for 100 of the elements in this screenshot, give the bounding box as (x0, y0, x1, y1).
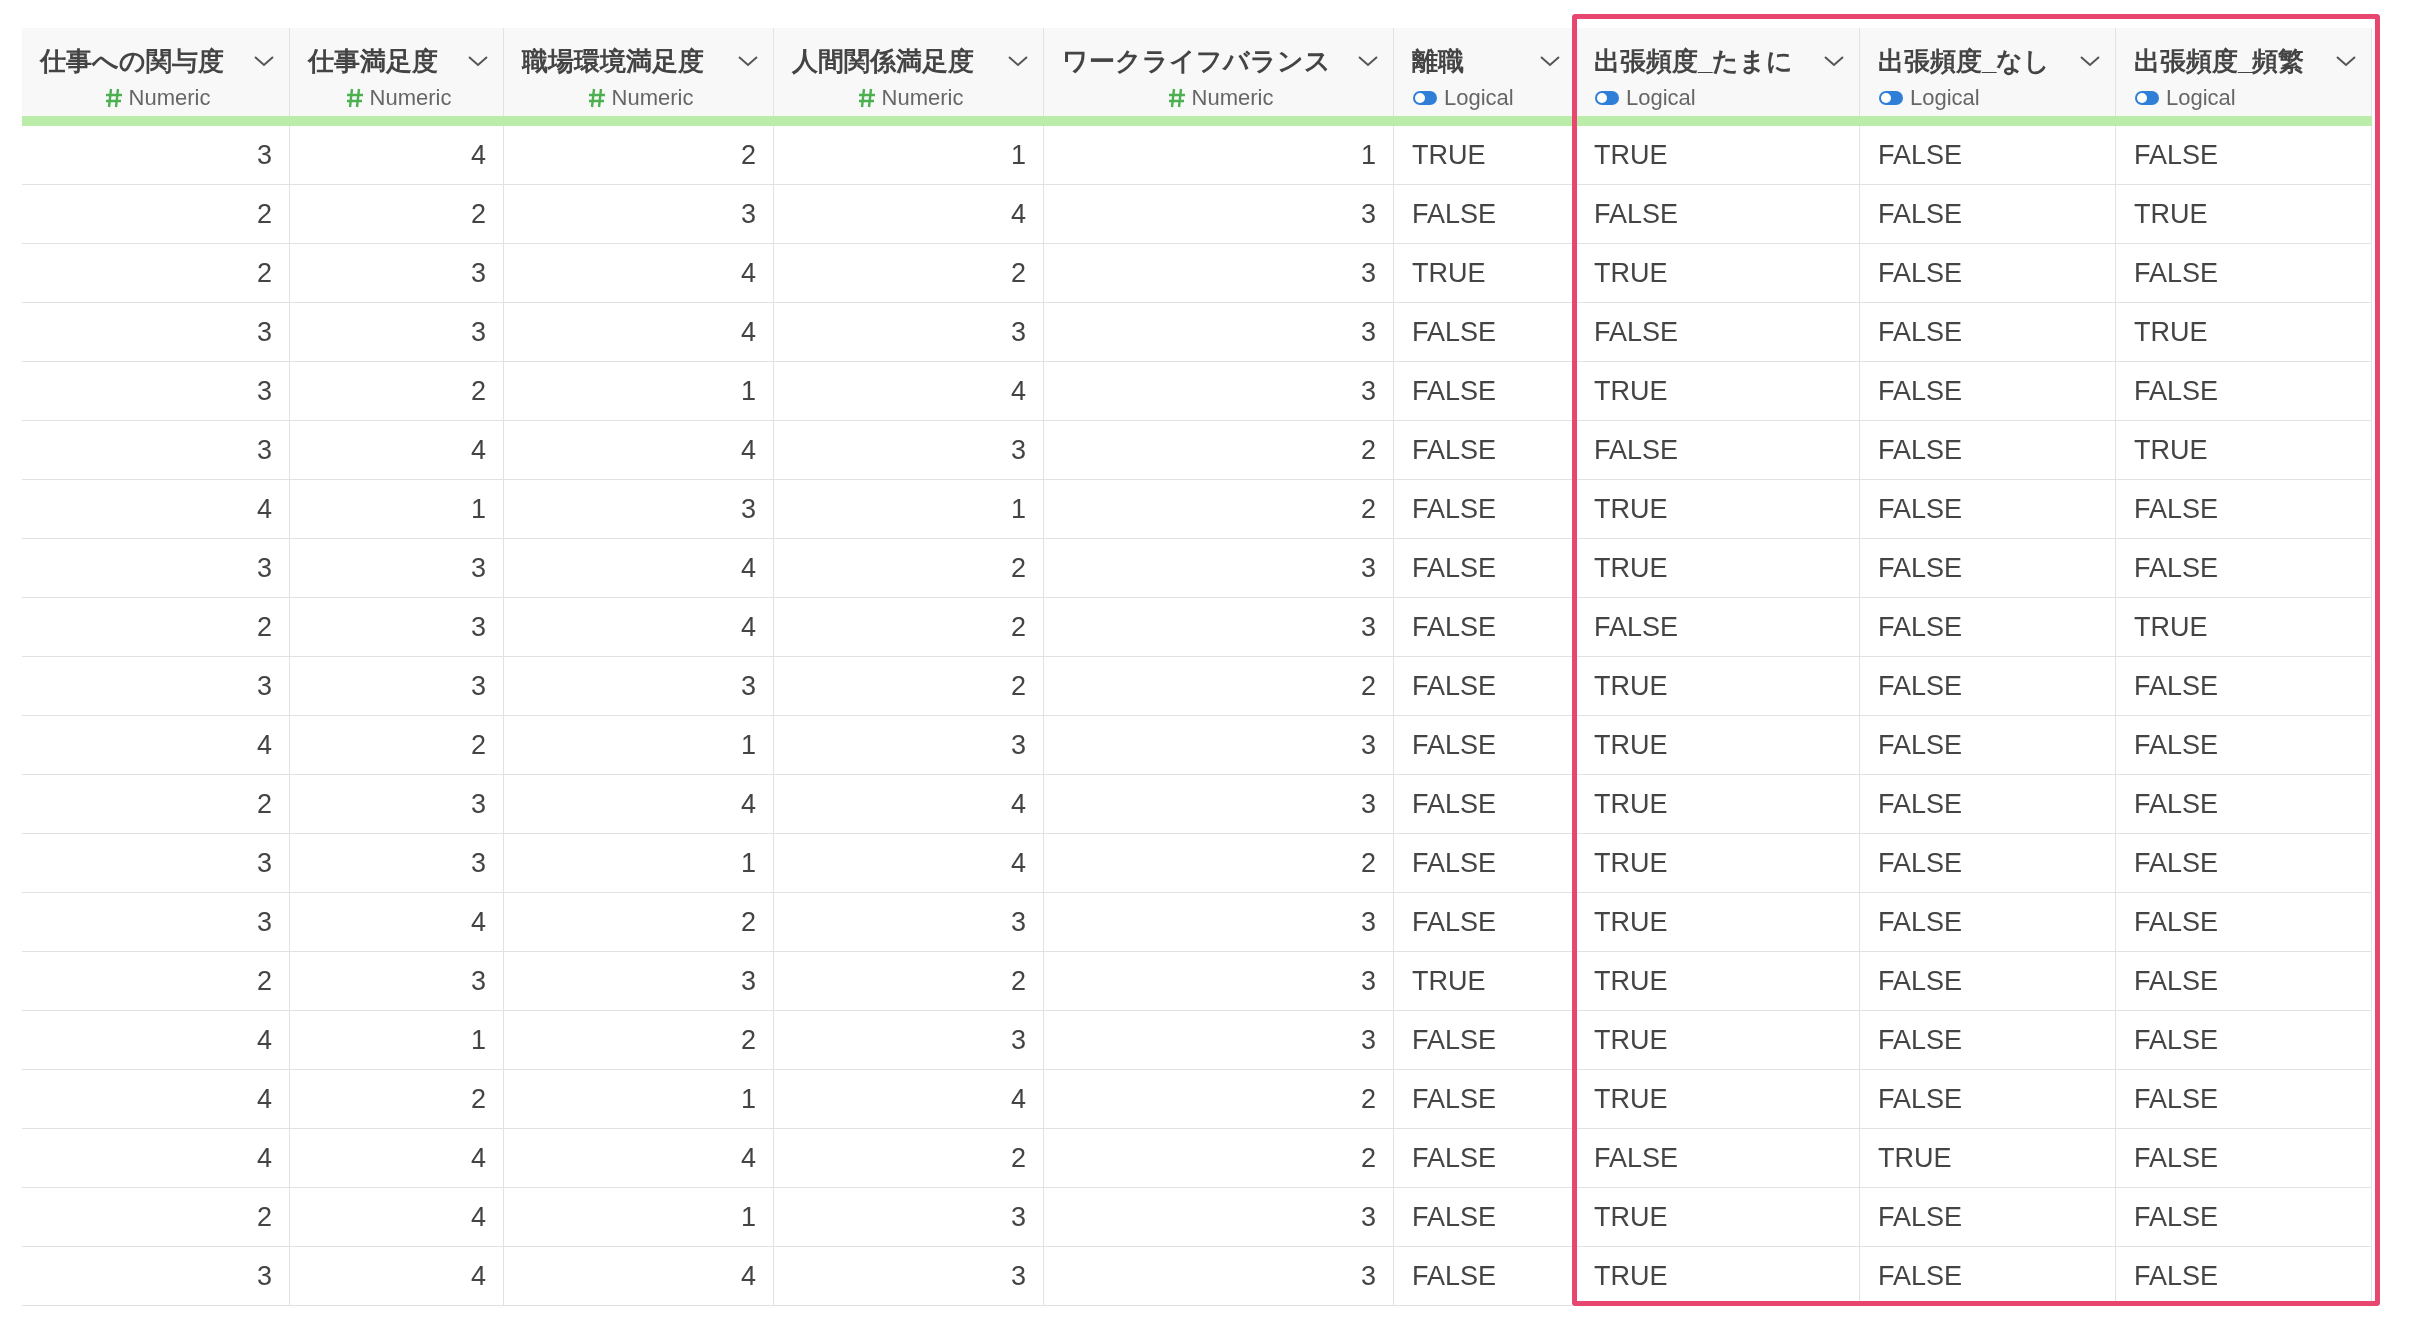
table-cell: FALSE (1394, 303, 1576, 362)
column-header[interactable]: 仕事満足度 Numeric (290, 28, 504, 116)
column-header[interactable]: 人間関係満足度 Numeric (774, 28, 1044, 116)
table-cell: 3 (1044, 1247, 1394, 1306)
table-cell: 3 (22, 1247, 290, 1306)
table-cell: TRUE (1576, 775, 1860, 834)
column-header[interactable]: ワークライフバランス Numeric (1044, 28, 1394, 116)
table-cell: TRUE (1576, 1188, 1860, 1247)
column-name: 出張頻度_頻繁 (2134, 44, 2305, 78)
chevron-down-icon[interactable] (2079, 54, 2101, 68)
table-cell: 4 (774, 775, 1044, 834)
table-cell: FALSE (2116, 775, 2372, 834)
table-cell: 2 (1044, 657, 1394, 716)
table-cell: 3 (1044, 775, 1394, 834)
table-cell: FALSE (1860, 716, 2116, 775)
table-cell: FALSE (2116, 1129, 2372, 1188)
column-header[interactable]: 出張頻度_たまに Logical (1576, 28, 1860, 116)
chevron-down-icon[interactable] (1357, 54, 1379, 68)
chevron-down-icon[interactable] (1007, 54, 1029, 68)
table-cell: FALSE (1860, 834, 2116, 893)
table-cell: 3 (290, 657, 504, 716)
table-cell: TRUE (1576, 539, 1860, 598)
table-cell: TRUE (2116, 421, 2372, 480)
hash-icon (345, 87, 364, 108)
column-name: 仕事満足度 (308, 44, 438, 78)
table-cell: 2 (774, 952, 1044, 1011)
column-name: 出張頻度_たまに (1594, 44, 1794, 78)
table-cell: 2 (774, 1129, 1044, 1188)
column-header[interactable]: 職場環境満足度 Numeric (504, 28, 774, 116)
table-cell: 3 (774, 1247, 1044, 1306)
table-cell: FALSE (1860, 1070, 2116, 1129)
table-cell: FALSE (1576, 1129, 1860, 1188)
table-cell: 3 (1044, 362, 1394, 421)
table-cell: TRUE (1576, 480, 1860, 539)
table-cell: TRUE (2116, 185, 2372, 244)
table-cell: TRUE (1576, 893, 1860, 952)
table-cell: FALSE (1394, 1247, 1576, 1306)
table-cell: 3 (22, 539, 290, 598)
table-cell: FALSE (2116, 1247, 2372, 1306)
table-cell: 3 (1044, 539, 1394, 598)
table-cell: 2 (774, 539, 1044, 598)
chevron-down-icon[interactable] (253, 54, 275, 68)
table-cell: TRUE (1576, 716, 1860, 775)
table-cell: 2 (1044, 834, 1394, 893)
table-cell: FALSE (1860, 657, 2116, 716)
table-cell: 1 (504, 1070, 774, 1129)
chevron-down-icon[interactable] (2335, 54, 2357, 68)
column-type: Logical (1444, 84, 1514, 111)
table-cell: 3 (504, 185, 774, 244)
table-cell: 3 (290, 834, 504, 893)
table-cell: FALSE (1860, 362, 2116, 421)
table-cell: TRUE (1576, 834, 1860, 893)
hash-icon (857, 87, 876, 108)
column-type: Numeric (369, 84, 452, 111)
table-cell: 2 (290, 716, 504, 775)
table-cell: 3 (22, 303, 290, 362)
table-cell: TRUE (1394, 952, 1576, 1011)
table-cell: TRUE (2116, 598, 2372, 657)
column-type: Numeric (1191, 84, 1274, 111)
table-cell: FALSE (1860, 775, 2116, 834)
table-cell: 2 (504, 893, 774, 952)
table-cell: FALSE (1394, 716, 1576, 775)
hash-icon (104, 87, 123, 108)
table-cell: TRUE (1576, 362, 1860, 421)
table-cell: 1 (1044, 126, 1394, 185)
table-cell: FALSE (1860, 303, 2116, 362)
table-cell: TRUE (1394, 244, 1576, 303)
table-cell: TRUE (1576, 126, 1860, 185)
table-cell: FALSE (1860, 480, 2116, 539)
table-cell: 3 (22, 834, 290, 893)
table-cell: 1 (504, 716, 774, 775)
chevron-down-icon[interactable] (1539, 54, 1561, 68)
table-cell: FALSE (1394, 362, 1576, 421)
chevron-down-icon[interactable] (1823, 54, 1845, 68)
table-cell: 3 (1044, 244, 1394, 303)
table-cell: FALSE (2116, 362, 2372, 421)
table-cell: TRUE (2116, 303, 2372, 362)
table-cell: 3 (1044, 893, 1394, 952)
table-cell: 3 (774, 421, 1044, 480)
table-cell: 4 (290, 893, 504, 952)
table-cell: FALSE (1860, 539, 2116, 598)
column-header[interactable]: 出張頻度_頻繁 Logical (2116, 28, 2372, 116)
column-header[interactable]: 出張頻度_なし Logical (1860, 28, 2116, 116)
chevron-down-icon[interactable] (737, 54, 759, 68)
hash-icon (1167, 87, 1186, 108)
table-cell: 3 (504, 657, 774, 716)
table-cell: 3 (290, 598, 504, 657)
table-cell: 2 (22, 952, 290, 1011)
table-cell: 3 (774, 303, 1044, 362)
column-name: 離職 (1412, 44, 1464, 78)
table-cell: FALSE (2116, 244, 2372, 303)
table-cell: 4 (774, 1070, 1044, 1129)
table-cell: TRUE (1394, 126, 1576, 185)
column-header[interactable]: 仕事への関与度 Numeric (22, 28, 290, 116)
table-cell: FALSE (1860, 952, 2116, 1011)
table-cell: 3 (1044, 716, 1394, 775)
table-cell: FALSE (1394, 775, 1576, 834)
chevron-down-icon[interactable] (467, 54, 489, 68)
table-cell: 4 (504, 421, 774, 480)
table-cell: 3 (1044, 1188, 1394, 1247)
